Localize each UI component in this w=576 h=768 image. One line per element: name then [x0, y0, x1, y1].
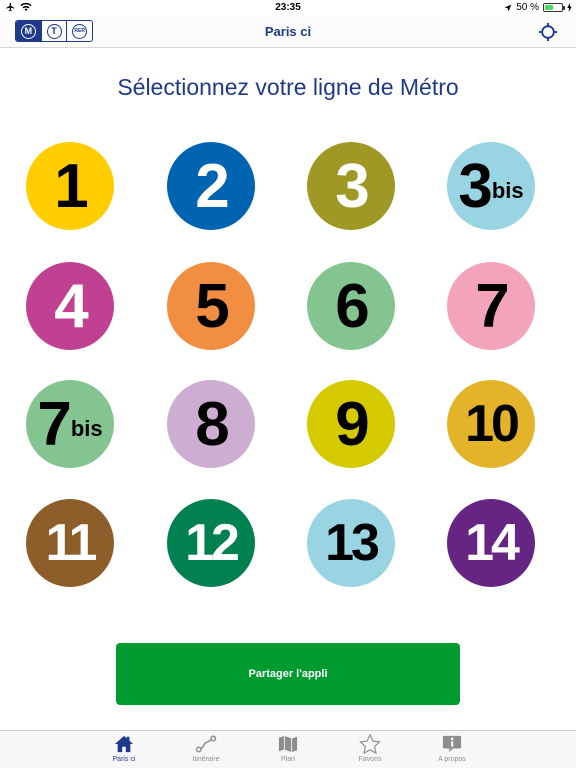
line-number: 9: [335, 389, 370, 459]
metro-line-7bis-button[interactable]: 7 bis: [26, 380, 114, 468]
battery-icon: [543, 3, 565, 12]
metro-line-11-button[interactable]: 11: [26, 499, 114, 587]
status-time: 23:35: [275, 2, 301, 13]
line-number: 5: [195, 271, 230, 341]
select-line-heading: Sélectionnez votre ligne de Métro: [117, 74, 459, 100]
line-number: 14: [465, 514, 520, 572]
metro-line-14-button[interactable]: 14: [447, 499, 535, 587]
line-number: 6: [335, 271, 370, 341]
tab-label: Itinéraire: [192, 756, 220, 763]
battery-percent: 50 %: [516, 2, 539, 13]
tab-label: Favoris: [358, 756, 382, 763]
metro-line-3-button[interactable]: 3: [307, 142, 395, 230]
tab-favoris[interactable]: Favoris: [329, 731, 411, 768]
status-bar: 23:35 50 %: [0, 0, 576, 16]
info-icon: [442, 735, 462, 753]
charging-icon: [567, 3, 572, 12]
line-number: 2: [195, 151, 230, 221]
app-root: 23:35 50 % M T RER Paris ci Sélectionnez…: [0, 0, 576, 768]
battery-fill: [545, 5, 553, 10]
tab-label: A propos: [438, 756, 466, 763]
star-icon: [359, 734, 381, 754]
route-icon: [195, 735, 217, 753]
navigation-bar: M T RER Paris ci: [0, 16, 576, 48]
metro-line-2-button[interactable]: 2: [167, 142, 255, 230]
line-number: 1: [54, 151, 89, 221]
metro-line-7-button[interactable]: 7: [447, 262, 535, 350]
line-number: 3: [335, 151, 370, 221]
metro-line-4-button[interactable]: 4: [26, 262, 114, 350]
home-icon: [114, 735, 134, 753]
line-number: 3: [458, 151, 493, 221]
metro-line-13-button[interactable]: 13: [307, 499, 395, 587]
locate-crosshair-icon[interactable]: [538, 22, 558, 42]
line-number: 8: [195, 389, 230, 459]
line-number: 7: [37, 389, 72, 459]
map-icon: [278, 735, 298, 753]
tab-plan[interactable]: Plan: [247, 731, 329, 768]
page-title: Paris ci: [264, 24, 312, 39]
tab-bar: Paris ci Itinéraire Plan Favoris A propo…: [0, 730, 576, 768]
line-number: 10: [465, 395, 520, 453]
line-number: 7: [475, 271, 510, 341]
tab-label: Plan: [280, 756, 295, 763]
line-number: 12: [185, 514, 240, 572]
line-number: 13: [325, 514, 380, 572]
line-number: 4: [54, 271, 89, 341]
metro-line-10-button[interactable]: 10: [447, 380, 535, 468]
metro-line-1-button[interactable]: 1: [26, 142, 114, 230]
share-app-button[interactable]: Partager l'appli: [116, 643, 460, 705]
line-number: 11: [45, 514, 98, 572]
line-suffix: bis: [491, 178, 524, 203]
metro-line-9-button[interactable]: 9: [307, 380, 395, 468]
tab-a-propos[interactable]: A propos: [411, 731, 493, 768]
line-suffix: bis: [70, 416, 103, 441]
metro-line-8-button[interactable]: 8: [167, 380, 255, 468]
tab-label: Paris ci: [112, 756, 136, 763]
status-right: 50 %: [504, 2, 572, 13]
metro-line-6-button[interactable]: 6: [307, 262, 395, 350]
location-arrow-icon: [504, 4, 512, 11]
tab-itineraire[interactable]: Itinéraire: [165, 731, 247, 768]
metro-line-3bis-button[interactable]: 3 bis: [447, 142, 535, 230]
metro-line-12-button[interactable]: 12: [167, 499, 255, 587]
metro-line-5-button[interactable]: 5: [167, 262, 255, 350]
tab-paris-ci[interactable]: Paris ci: [83, 731, 165, 768]
